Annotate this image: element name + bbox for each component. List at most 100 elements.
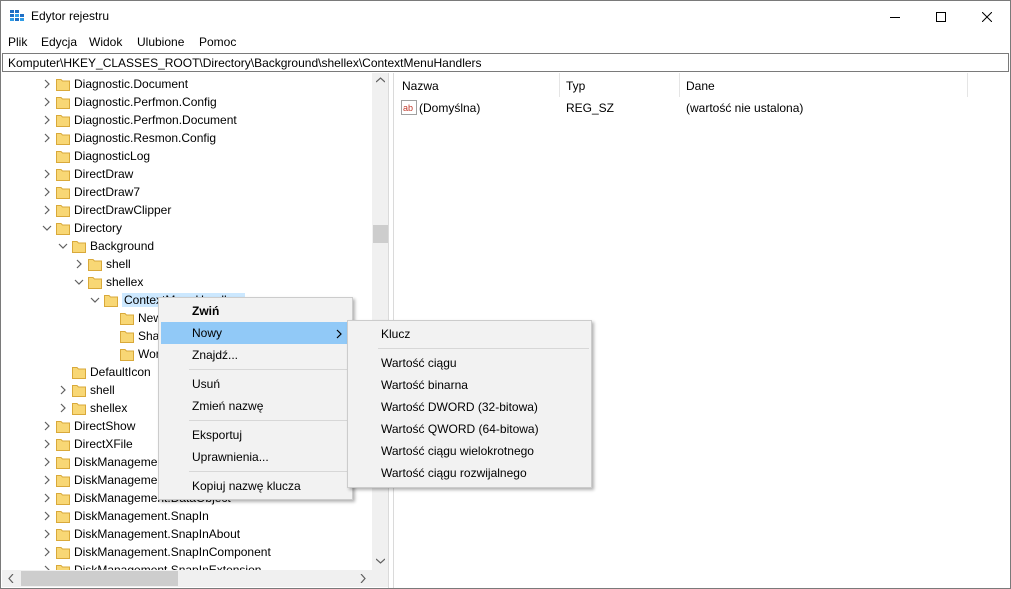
tree-vertical-scroll-thumb[interactable] — [373, 225, 388, 243]
chevron-right-icon[interactable] — [42, 78, 52, 90]
new-submenu-item[interactable]: Wartość ciągu wielokrotnego — [350, 440, 589, 462]
context-menu-item-label: Zwiń — [192, 304, 220, 318]
folder-icon — [56, 96, 70, 109]
scroll-right-icon[interactable] — [360, 574, 366, 583]
column-header-typ[interactable]: Typ — [560, 73, 680, 97]
minimize-icon — [890, 16, 900, 18]
folder-icon — [56, 492, 70, 505]
menu-ulubione[interactable]: Ulubione — [137, 35, 184, 49]
chevron-right-icon[interactable] — [42, 438, 52, 450]
folder-icon — [56, 420, 70, 433]
address-path: Komputer\HKEY_CLASSES_ROOT\Directory\Bac… — [8, 56, 482, 70]
context-menu-item[interactable]: Nowy — [161, 322, 350, 344]
context-menu-item[interactable]: Usuń — [161, 373, 350, 395]
context-menu-item[interactable]: Zmień nazwę — [161, 395, 350, 417]
menu-separator — [378, 348, 589, 349]
chevron-right-icon[interactable] — [42, 492, 52, 504]
chevron-right-icon[interactable] — [42, 474, 52, 486]
tree-node-label: DiskManagement.SnapInComponent — [74, 545, 271, 559]
new-submenu-item[interactable]: Klucz — [350, 323, 589, 345]
close-icon — [982, 11, 992, 22]
new-submenu-item[interactable]: Wartość ciągu — [350, 352, 589, 374]
chevron-right-icon[interactable] — [42, 168, 52, 180]
minimize-button[interactable] — [872, 1, 918, 32]
tree-node-label: DiskManagement.SnapIn — [74, 509, 209, 523]
tree-node[interactable]: Diagnostic.Perfmon.Config — [2, 93, 372, 111]
close-button[interactable] — [964, 1, 1010, 32]
folder-icon — [56, 204, 70, 217]
tree-node[interactable]: Diagnostic.Resmon.Config — [2, 129, 372, 147]
new-submenu-item-label: Wartość binarna — [381, 378, 468, 392]
chevron-right-icon[interactable] — [42, 114, 52, 126]
chevron-right-icon[interactable] — [42, 96, 52, 108]
tree-node[interactable]: Background — [2, 237, 372, 255]
folder-icon — [56, 510, 70, 523]
tree-node-label: Directory — [74, 221, 123, 235]
column-header-nazwa[interactable]: Nazwa — [394, 73, 560, 97]
tree-node[interactable]: shellex — [2, 273, 372, 291]
tree-node[interactable]: DirectDraw — [2, 165, 372, 183]
tree-node[interactable]: DiskManagement.SnapInComponent — [2, 543, 372, 561]
chevron-down-icon[interactable] — [58, 240, 68, 252]
chevron-right-icon[interactable] — [58, 402, 68, 414]
column-header-dane[interactable]: Dane — [680, 73, 968, 97]
context-menu-item[interactable]: Zwiń — [161, 300, 350, 322]
chevron-down-icon[interactable] — [42, 222, 52, 234]
scroll-down-icon[interactable] — [376, 558, 385, 564]
value-data: (wartość nie ustalona) — [686, 101, 804, 115]
tree-node[interactable]: shell — [2, 255, 372, 273]
maximize-button[interactable] — [918, 1, 964, 32]
chevron-right-icon[interactable] — [42, 420, 52, 432]
folder-icon — [56, 438, 70, 451]
svg-text:ab: ab — [403, 103, 413, 113]
tree-horizontal-scrollbar[interactable] — [2, 570, 372, 587]
tree-node[interactable]: Diagnostic.Perfmon.Document — [2, 111, 372, 129]
tree-node[interactable]: DirectDraw7 — [2, 183, 372, 201]
chevron-down-icon[interactable] — [90, 294, 100, 306]
context-menu-item[interactable]: Uprawnienia... — [161, 446, 350, 468]
tree-node[interactable]: DiskManagement.SnapIn — [2, 507, 372, 525]
menu-widok[interactable]: Widok — [89, 35, 122, 49]
chevron-right-icon[interactable] — [42, 546, 52, 558]
menu-pomoc[interactable]: Pomoc — [199, 35, 236, 49]
chevron-right-icon[interactable] — [42, 204, 52, 216]
context-menu-item[interactable]: Kopiuj nazwę klucza — [161, 475, 350, 497]
chevron-right-icon[interactable] — [42, 528, 52, 540]
new-submenu-item[interactable]: Wartość QWORD (64-bitowa) — [350, 418, 589, 440]
chevron-right-icon[interactable] — [74, 258, 84, 270]
value-row[interactable]: ab (Domyślna) REG_SZ (wartość nie ustalo… — [394, 98, 994, 118]
address-bar[interactable]: Komputer\HKEY_CLASSES_ROOT\Directory\Bac… — [2, 53, 1009, 72]
tree-node[interactable]: DiagnosticLog — [2, 147, 372, 165]
context-menu-item-label: Zmień nazwę — [192, 399, 264, 413]
tree-node[interactable]: DiskManagement.SnapInAbout — [2, 525, 372, 543]
tree-node-label: DirectShow — [74, 419, 136, 433]
new-submenu-item-label: Wartość QWORD (64-bitowa) — [381, 422, 539, 436]
chevron-right-icon[interactable] — [58, 384, 68, 396]
tree-node-label: DiagnosticLog — [74, 149, 151, 163]
tree-horizontal-scroll-thumb[interactable] — [21, 571, 178, 586]
chevron-right-icon[interactable] — [42, 510, 52, 522]
submenu-arrow-icon — [336, 328, 342, 342]
chevron-right-icon[interactable] — [42, 132, 52, 144]
scroll-up-icon[interactable] — [376, 77, 385, 83]
registry-editor-icon — [10, 10, 24, 21]
context-menu-item-label: Eksportuj — [192, 428, 243, 442]
tree-node[interactable]: Diagnostic.Document — [2, 75, 372, 93]
new-submenu-item[interactable]: Wartość DWORD (32-bitowa) — [350, 396, 589, 418]
chevron-right-icon[interactable] — [42, 186, 52, 198]
menu-plik[interactable]: Plik — [8, 35, 27, 49]
chevron-right-icon[interactable] — [42, 456, 52, 468]
folder-icon — [72, 366, 86, 379]
value-name: (Domyślna) — [419, 101, 481, 115]
folder-icon — [88, 276, 102, 289]
tree-node[interactable]: Directory — [2, 219, 372, 237]
chevron-down-icon[interactable] — [74, 276, 84, 288]
new-submenu-item[interactable]: Wartość binarna — [350, 374, 589, 396]
tree-node[interactable]: DirectDrawClipper — [2, 201, 372, 219]
new-submenu-item[interactable]: Wartość ciągu rozwijalnego — [350, 462, 589, 484]
context-menu-item[interactable]: Eksportuj — [161, 424, 350, 446]
folder-icon — [56, 474, 70, 487]
scroll-left-icon[interactable] — [8, 574, 14, 583]
context-menu-item[interactable]: Znajdź... — [161, 344, 350, 366]
menu-edycja[interactable]: Edycja — [41, 35, 77, 49]
